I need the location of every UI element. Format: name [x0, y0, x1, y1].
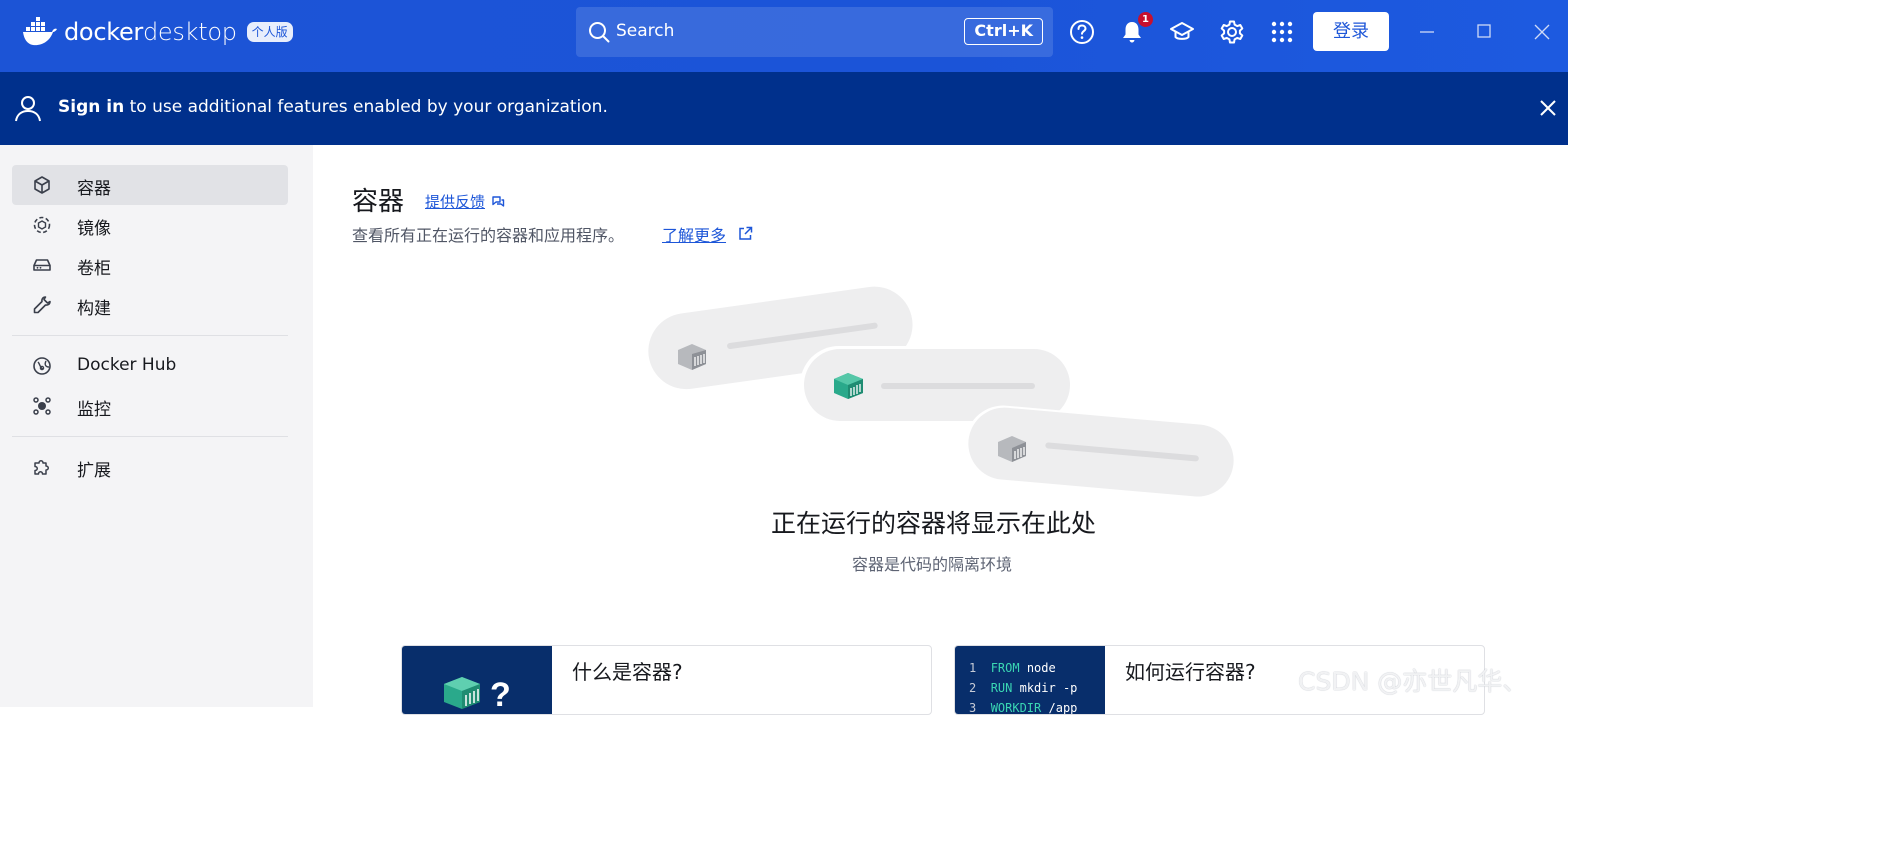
container-question-icon: ? [444, 676, 511, 714]
gear-icon [1220, 20, 1244, 44]
sidebar-item-label: 容器 [77, 179, 111, 199]
sidebar-item-monitor[interactable]: 监控 [12, 386, 288, 426]
sign-in-banner: Sign in to use additional features enabl… [0, 72, 1568, 145]
sidebar-item-containers[interactable]: 容器 [12, 165, 288, 205]
notification-count-badge: 1 [1138, 12, 1153, 27]
sidebar-item-volumes[interactable]: 卷柜 [12, 245, 288, 285]
card-title: 如何运行容器? [1125, 660, 1256, 684]
code-keyword: RUN [990, 681, 1013, 695]
feedback-link[interactable]: 提供反馈 [425, 191, 485, 212]
sidebar-divider [12, 436, 288, 437]
grid-dots-icon [1271, 21, 1293, 43]
sign-in-link[interactable]: Sign in [58, 97, 124, 117]
user-icon [15, 96, 41, 122]
sidebar-divider [12, 335, 288, 336]
sidebar-item-label: 构建 [77, 299, 111, 319]
card-thumbnail-code: 1 FROM node 2 RUN mkdir -p 3 WORKDIR /ap… [955, 646, 1105, 715]
login-button[interactable]: 登录 [1313, 12, 1389, 51]
code-keyword: FROM [990, 661, 1020, 675]
sign-in-message-text: to use additional features enabled by yo… [124, 97, 608, 117]
title-bar: dockerdesktop 个人版 Search Ctrl+K 1 登录 [0, 0, 1568, 72]
empty-state-title: 正在运行的容器将显示在此处 [771, 509, 1097, 538]
code-line-number: 2 [969, 681, 977, 695]
puzzle-icon [34, 460, 49, 475]
container-icon [34, 176, 50, 194]
sidebar-item-images[interactable]: 镜像 [12, 205, 288, 245]
learn-more-link[interactable]: 了解更多 [662, 222, 726, 246]
sidebar-item-label: 卷柜 [77, 259, 111, 279]
sidebar-item-docker-hub[interactable]: Docker Hub [12, 346, 288, 386]
graduation-cap-icon [1170, 22, 1194, 40]
app-name-light: desktop [143, 18, 237, 46]
wrench-icon [33, 296, 51, 314]
sidebar-item-label: Docker Hub [77, 355, 177, 375]
help-icon [1070, 20, 1094, 44]
search-bar[interactable]: Search Ctrl+K [576, 7, 1053, 57]
monitor-icon [33, 397, 51, 415]
watermark: CSDN @亦世凡华、 [1298, 667, 1528, 696]
search-icon [589, 22, 610, 43]
code-text: node [1019, 661, 1056, 675]
search-placeholder: Search [616, 21, 675, 41]
app-name: dockerdesktop [64, 18, 237, 46]
code-snippet: 1 FROM node 2 RUN mkdir -p 3 WORKDIR /ap… [969, 658, 1078, 715]
code-line-number: 1 [969, 661, 977, 675]
docker-whale-icon [23, 17, 57, 46]
docker-desktop-logo: dockerdesktop 个人版 [22, 14, 293, 50]
svg-text:?: ? [490, 676, 511, 714]
card-what-is-container[interactable]: ? 什么是容器? [401, 645, 932, 715]
code-keyword: WORKDIR [990, 701, 1042, 715]
edition-badge: 个人版 [246, 22, 293, 42]
sign-in-message: Sign in to use additional features enabl… [58, 97, 608, 117]
apps-grid-button[interactable] [1268, 18, 1296, 46]
code-text: mkdir -p [1012, 681, 1078, 695]
close-window-icon[interactable] [1528, 18, 1556, 46]
sidebar-item-label: 镜像 [77, 219, 111, 239]
sidebar-item-extensions[interactable]: 扩展 [12, 447, 288, 487]
settings-button[interactable] [1218, 18, 1246, 46]
learning-center-button[interactable] [1168, 18, 1196, 46]
page-title: 容器 [352, 187, 405, 217]
code-line-number: 3 [969, 701, 977, 715]
external-link-icon[interactable] [737, 225, 754, 242]
banner-close-icon[interactable] [1538, 98, 1558, 118]
sidebar-item-label: 扩展 [77, 461, 111, 481]
app-name-bold: docker [64, 18, 143, 46]
help-button[interactable] [1068, 18, 1096, 46]
sidebar-item-builds[interactable]: 构建 [12, 285, 288, 325]
empty-state-subtitle: 容器是代码的隔离环境 [852, 555, 1013, 574]
page-description: 查看所有正在运行的容器和应用程序。 [352, 226, 625, 245]
maximize-icon[interactable] [1470, 18, 1498, 46]
empty-state-illustration [648, 286, 1235, 497]
image-icon [33, 216, 51, 234]
search-shortcut: Ctrl+K [964, 18, 1043, 45]
code-text: /app [1041, 701, 1078, 715]
volume-icon [33, 259, 51, 271]
docker-hub-icon [33, 357, 51, 375]
minimize-icon[interactable] [1413, 18, 1441, 46]
card-thumbnail: ? [402, 646, 552, 714]
sidebar: 容器 镜像 卷柜 构建 Docker Hub 监控 扩展 [0, 145, 313, 707]
feedback-icon[interactable] [490, 193, 506, 209]
card-title: 什么是容器? [572, 660, 683, 684]
sidebar-item-label: 监控 [77, 400, 111, 420]
